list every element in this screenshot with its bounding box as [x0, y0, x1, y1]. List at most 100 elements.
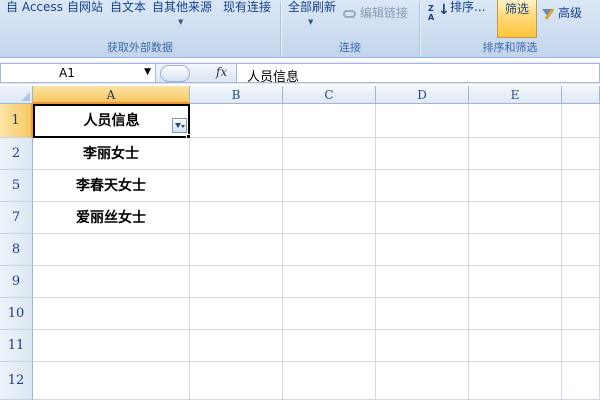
from-web-button[interactable]: 自网站	[67, 0, 103, 14]
group-connections: 全部刷新 ▼ 编辑链接 连接	[281, 0, 419, 58]
cell-a5[interactable]: 李春天女士	[33, 170, 190, 202]
formula-splitter-handle[interactable]	[160, 65, 190, 82]
cell-a11[interactable]	[33, 330, 190, 362]
cell-a1-value: 人员信息	[83, 113, 140, 129]
row-header[interactable]: 1	[0, 104, 33, 138]
cell-d-7[interactable]	[376, 298, 469, 330]
cell-f-6[interactable]	[562, 266, 600, 298]
row-header[interactable]: 5	[0, 170, 33, 202]
cell-f-9[interactable]	[562, 362, 600, 400]
filter-button[interactable]: 筛选	[497, 0, 537, 38]
column-header-b[interactable]: B	[190, 86, 283, 104]
row-header[interactable]: 2	[0, 138, 33, 170]
edit-links-button[interactable]: 编辑链接	[343, 6, 408, 20]
cell-b-8[interactable]	[190, 330, 283, 362]
cell-f-1[interactable]	[562, 104, 600, 138]
cell-a8[interactable]	[33, 234, 190, 266]
cell-f-5[interactable]	[562, 234, 600, 266]
chevron-down-icon: ▼	[308, 18, 314, 26]
cell-b-4[interactable]	[190, 202, 283, 234]
advanced-filter-icon	[542, 7, 556, 20]
cell-e-5[interactable]	[469, 234, 562, 266]
cell-c-4[interactable]	[283, 202, 376, 234]
cell-f-2[interactable]	[562, 138, 600, 170]
cell-e-4[interactable]	[469, 202, 562, 234]
cell-d-5[interactable]	[376, 234, 469, 266]
sort-button[interactable]: 排序...	[450, 0, 485, 14]
cell-f-4[interactable]	[562, 202, 600, 234]
cell-c-2[interactable]	[283, 138, 376, 170]
name-box-value: A1	[59, 66, 75, 80]
from-text-button[interactable]: 自文本	[110, 0, 146, 14]
sort-az-icon[interactable]: Z A ↓	[428, 3, 450, 24]
from-access-button[interactable]: 自 Access	[6, 0, 63, 14]
cell-d-9[interactable]	[376, 362, 469, 400]
cell-a7[interactable]: 爱丽丝女士	[33, 202, 190, 234]
cell-b-5[interactable]	[190, 234, 283, 266]
cell-d-8[interactable]	[376, 330, 469, 362]
cell-e-7[interactable]	[469, 298, 562, 330]
name-box[interactable]: A1 ▼	[0, 63, 156, 83]
cell-b-2[interactable]	[190, 138, 283, 170]
row-header[interactable]: 9	[0, 266, 33, 298]
cell-b-9[interactable]	[190, 362, 283, 400]
refresh-all-button[interactable]: 全部刷新	[288, 0, 336, 14]
cell-d-3[interactable]	[376, 170, 469, 202]
cell-b-3[interactable]	[190, 170, 283, 202]
insert-function-icon[interactable]: fx	[216, 65, 227, 79]
column-header-a[interactable]: A	[33, 86, 190, 104]
formula-input[interactable]: 人员信息	[236, 63, 600, 85]
chain-link-icon	[343, 9, 356, 18]
column-header-e[interactable]: E	[469, 86, 562, 104]
group-label-connections: 连接	[339, 41, 361, 54]
cell-d-1[interactable]	[376, 104, 469, 138]
cell-c-1[interactable]	[283, 104, 376, 138]
cell-c-5[interactable]	[283, 234, 376, 266]
row-header[interactable]: 7	[0, 202, 33, 234]
row-header[interactable]: 11	[0, 330, 33, 362]
cell-b-7[interactable]	[190, 298, 283, 330]
group-label-sort-filter: 排序和筛选	[482, 41, 538, 54]
cell-d-6[interactable]	[376, 266, 469, 298]
column-header-d[interactable]: D	[376, 86, 469, 104]
cell-c-6[interactable]	[283, 266, 376, 298]
advanced-label: 高级	[558, 6, 583, 20]
cell-a1[interactable]: 人员信息	[33, 104, 190, 138]
cell-f-3[interactable]	[562, 170, 600, 202]
cell-e-1[interactable]	[469, 104, 562, 138]
group-label-get-external-data: 获取外部数据	[107, 41, 173, 54]
cell-e-9[interactable]	[469, 362, 562, 400]
cell-e-6[interactable]	[469, 266, 562, 298]
cell-c-8[interactable]	[283, 330, 376, 362]
cell-c-7[interactable]	[283, 298, 376, 330]
cell-e-2[interactable]	[469, 138, 562, 170]
cell-c-9[interactable]	[283, 362, 376, 400]
cell-b-6[interactable]	[190, 266, 283, 298]
formula-bar: A1 ▼ fx 人员信息	[0, 62, 600, 85]
cell-e-3[interactable]	[469, 170, 562, 202]
cell-f-7[interactable]	[562, 298, 600, 330]
column-header-f[interactable]	[562, 86, 600, 104]
cell-d-2[interactable]	[376, 138, 469, 170]
row-header[interactable]: 12	[0, 362, 33, 400]
cell-a10[interactable]	[33, 298, 190, 330]
cell-a2[interactable]: 李丽女士	[33, 138, 190, 170]
cell-a12[interactable]	[33, 362, 190, 400]
advanced-filter-button[interactable]: 高级	[542, 6, 582, 20]
cell-f-8[interactable]	[562, 330, 600, 362]
cell-a9[interactable]	[33, 266, 190, 298]
from-other-sources-button[interactable]: 自其他来源	[152, 0, 212, 14]
row-header[interactable]: 8	[0, 234, 33, 266]
column-header-c[interactable]: C	[283, 86, 376, 104]
cell-d-4[interactable]	[376, 202, 469, 234]
cell-b-1[interactable]	[190, 104, 283, 138]
filter-label: 筛选	[504, 2, 529, 16]
chevron-down-icon[interactable]: ▼	[144, 67, 151, 77]
select-all-corner[interactable]	[0, 86, 33, 104]
cell-e-8[interactable]	[469, 330, 562, 362]
chevron-down-icon: ▼	[178, 18, 184, 26]
filter-dropdown-icon[interactable]	[172, 118, 187, 133]
row-header[interactable]: 10	[0, 298, 33, 330]
existing-connections-button[interactable]: 现有连接	[223, 0, 271, 14]
cell-c-3[interactable]	[283, 170, 376, 202]
